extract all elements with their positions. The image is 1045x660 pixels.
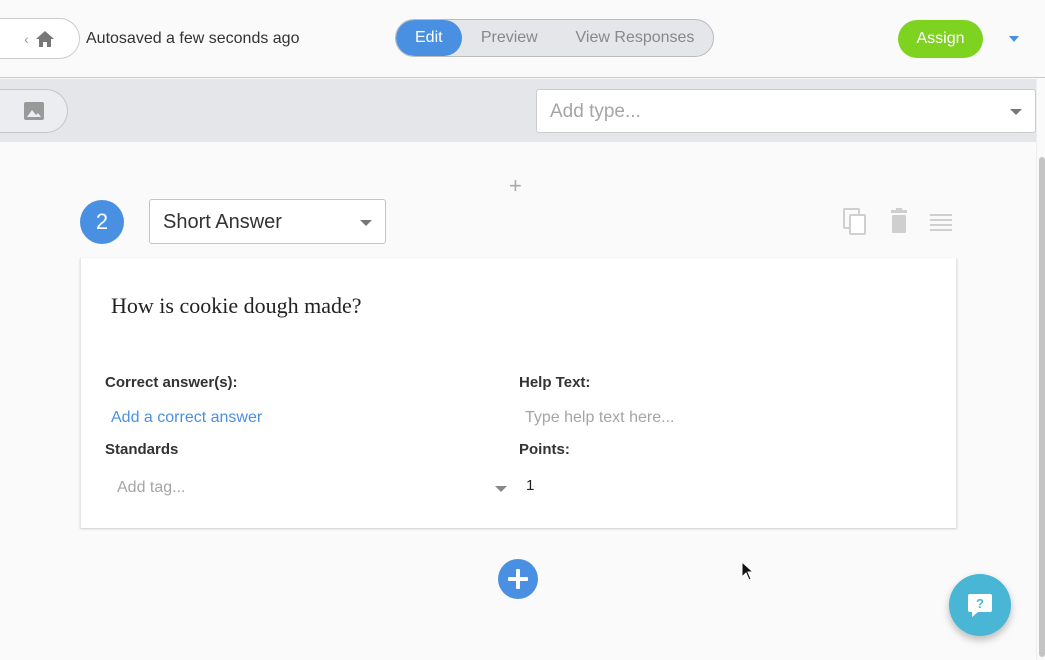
tab-view-responses[interactable]: View Responses <box>557 20 713 56</box>
trash-icon[interactable] <box>886 207 912 235</box>
standards-label: Standards <box>105 441 179 458</box>
chevron-down-icon <box>360 220 372 226</box>
chevron-down-icon[interactable] <box>495 486 507 492</box>
drag-handle-icon[interactable] <box>928 207 954 235</box>
home-button[interactable]: ‹ <box>0 18 80 59</box>
plus-circle-icon <box>508 569 528 589</box>
chevron-down-icon <box>1010 109 1022 115</box>
add-question-button[interactable] <box>498 559 538 599</box>
tab-edit[interactable]: Edit <box>396 20 462 56</box>
add-correct-answer-link[interactable]: Add a correct answer <box>111 409 262 427</box>
question-card: How is cookie dough made? Correct answer… <box>80 258 957 528</box>
help-text-label: Help Text: <box>519 374 591 391</box>
top-bar: ‹ Autosaved a few seconds ago Edit Previ… <box>0 0 1045 78</box>
question-toolbar: Add type... <box>0 79 1036 142</box>
image-icon <box>23 102 44 120</box>
page-scrollbar[interactable] <box>1036 79 1045 660</box>
autosave-status: Autosaved a few seconds ago <box>86 30 300 47</box>
question-number-badge: 2 <box>80 200 124 244</box>
assign-button[interactable]: Assign <box>898 20 983 58</box>
points-label: Points: <box>519 441 570 458</box>
assign-dropdown-icon[interactable] <box>1009 36 1019 42</box>
points-input[interactable]: 1 <box>526 477 534 494</box>
help-chat-button[interactable]: ? <box>949 574 1011 636</box>
chevron-left-icon: ‹ <box>24 30 29 47</box>
insert-image-button[interactable] <box>0 89 68 133</box>
tab-preview[interactable]: Preview <box>462 20 557 56</box>
plus-icon[interactable]: + <box>509 175 522 197</box>
question-type-value: Short Answer <box>163 211 282 233</box>
mouse-cursor-icon <box>741 561 755 581</box>
tag-input[interactable]: Add tag... <box>117 479 186 497</box>
home-icon <box>35 30 54 47</box>
question-type-select[interactable]: Short Answer <box>149 199 386 244</box>
add-type-placeholder: Add type... <box>550 101 641 122</box>
svg-text:?: ? <box>976 596 984 611</box>
correct-answers-label: Correct answer(s): <box>105 374 238 391</box>
view-tabs: Edit Preview View Responses <box>395 19 714 57</box>
help-text-input[interactable]: Type help text here... <box>525 409 674 427</box>
scrollbar-thumb[interactable] <box>1039 157 1045 657</box>
help-chat-icon: ? <box>968 594 992 617</box>
add-type-select[interactable]: Add type... <box>536 89 1036 133</box>
copy-icon[interactable] <box>842 207 868 235</box>
question-text[interactable]: How is cookie dough made? <box>111 293 362 319</box>
